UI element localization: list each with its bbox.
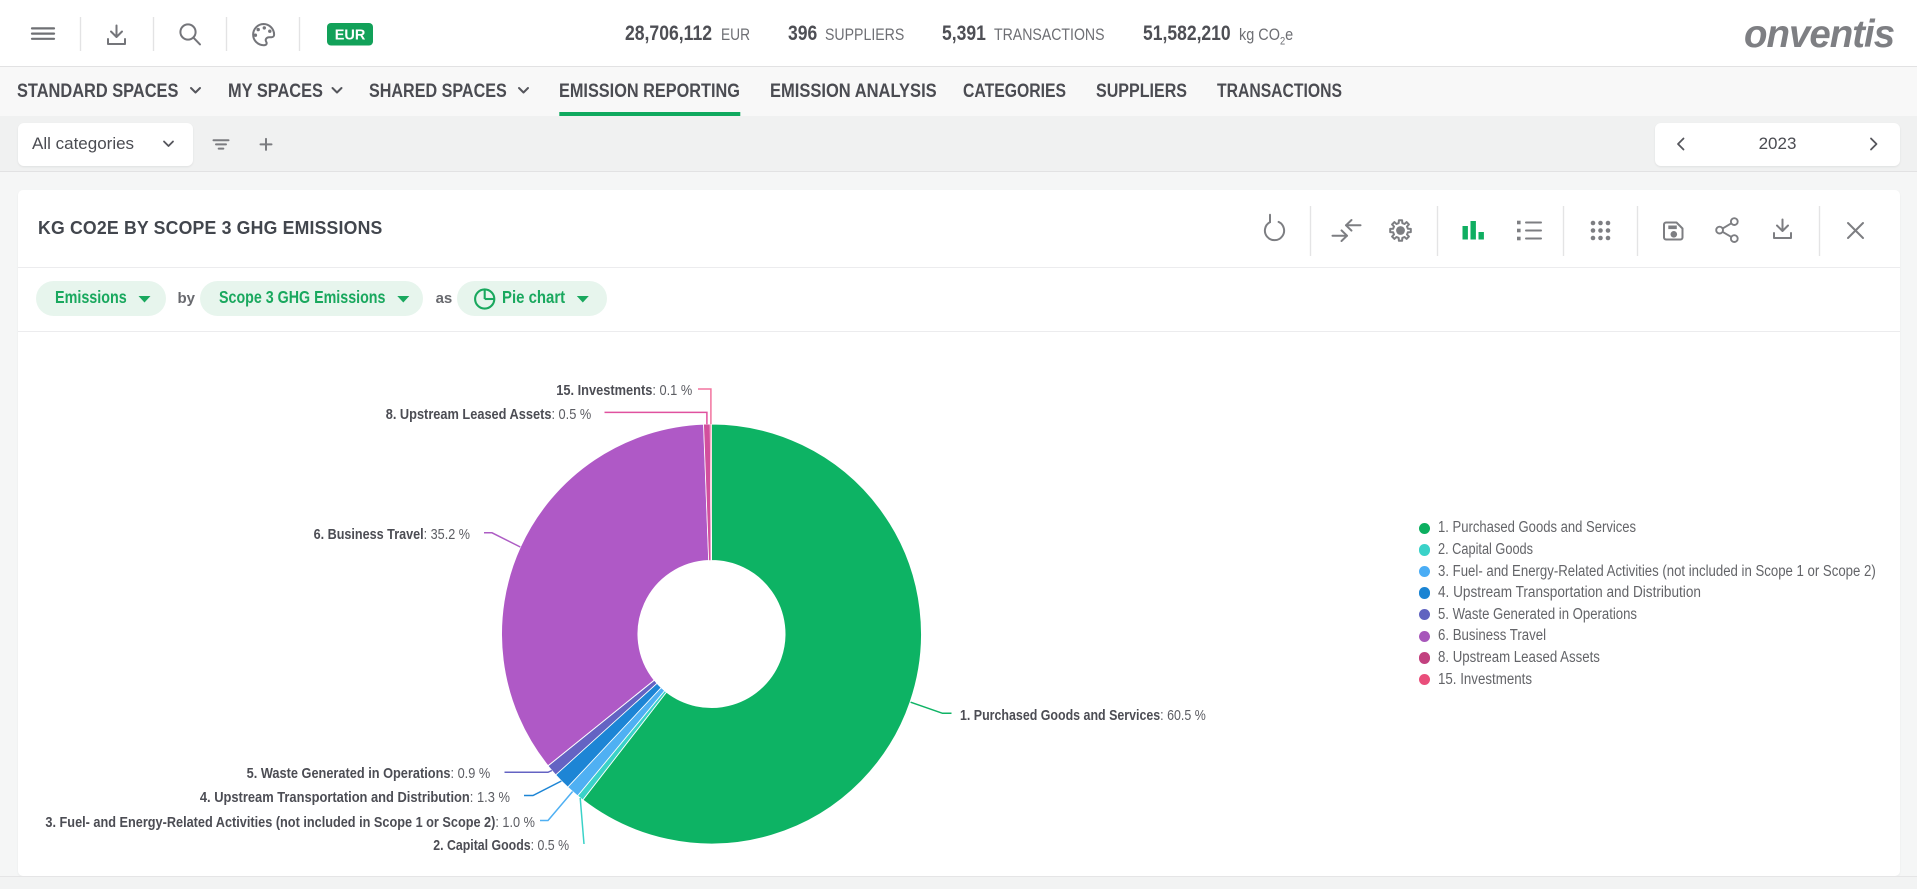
svg-text:EUR: EUR bbox=[335, 28, 366, 44]
